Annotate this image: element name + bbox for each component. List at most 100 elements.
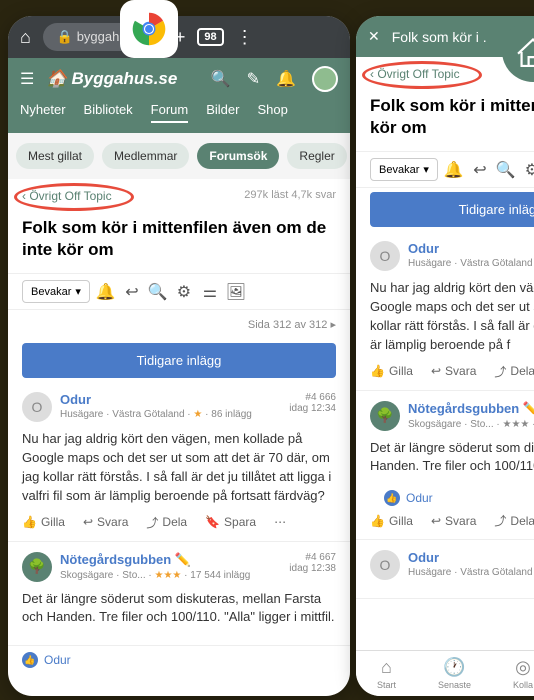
phone-right: ✕ Folk som kör i . ‹ Övrigt Off Topic Fo… [356, 16, 534, 696]
post-actions: 👍 Gilla ↩ Svara ⤴ Dela [370, 363, 534, 380]
share-button[interactable]: ⤴ Dela [494, 512, 534, 529]
clock-icon: 🕐 [438, 657, 471, 678]
nav-nyheter[interactable]: Nyheter [20, 102, 66, 123]
reaction-row[interactable]: 👍Odur [8, 646, 350, 674]
reply-button[interactable]: ↩ Svara [83, 515, 128, 529]
nav-senaste[interactable]: 🕐Senaste [438, 657, 471, 690]
post-username[interactable]: Nötegårdsgubben ✏️ [60, 552, 281, 568]
compose-icon[interactable]: ✎ [247, 69, 260, 89]
search-icon[interactable]: 🔍 [211, 69, 231, 89]
post-body: Det är längre söderut som diskuteras och… [370, 439, 534, 477]
breadcrumb: ‹ Övrigt Off Topic 297k läst 4,7k svar [8, 179, 350, 213]
post-body: Nu har jag aldrig kört den vägen, men ko… [22, 430, 336, 505]
share-button[interactable]: ⤴ Dela [494, 363, 534, 380]
thread-stats: 297k läst 4,7k svar [244, 189, 336, 203]
previous-posts-button[interactable]: Tidigare inlägg [22, 343, 336, 378]
post-username[interactable]: Nötegårdsgubben ✏️ [408, 401, 534, 417]
header-title: Folk som kör i . [392, 29, 487, 45]
post-meta: Husägare · Västra Götaland · ★ · 86 [408, 258, 534, 269]
nav-kolla[interactable]: ◎Kolla [513, 657, 533, 690]
nav-start[interactable]: ⌂Start [377, 657, 396, 690]
post: O Odur Husägare · Västra Götaland · ★ [356, 540, 534, 599]
share-button[interactable]: ⤴ Dela [146, 514, 187, 531]
pagination[interactable]: Sida 312 av 312 ▸ [8, 310, 350, 339]
reply-icon[interactable]: ↩ [470, 160, 490, 180]
gear-icon[interactable]: ⚙ [522, 160, 534, 180]
reply-icon[interactable]: ↩ [122, 282, 142, 302]
pill-medlemmar[interactable]: Medlemmar [102, 143, 189, 169]
post: O Odur Husägare · Västra Götaland · ★ · … [8, 382, 350, 541]
bell-icon[interactable]: 🔔 [444, 160, 464, 180]
post-avatar[interactable]: O [370, 550, 400, 580]
post-meta: Husägare · Västra Götaland · ★ [408, 567, 534, 578]
previous-posts-button[interactable]: Tidigare inlägg [370, 192, 534, 227]
post-actions: 👍 Gilla ↩ Svara ⤴ Dela 🔖 Spara ⋯ [22, 514, 336, 531]
reply-button[interactable]: ↩ Svara [431, 514, 476, 528]
pill-forumsok[interactable]: Forumsök [197, 143, 279, 169]
post-body: Nu har jag aldrig kört den vägen, men Go… [370, 279, 534, 354]
watch-button[interactable]: Bevakar ▾ [370, 158, 438, 181]
more-icon[interactable]: ⋯ [274, 515, 286, 529]
post-username[interactable]: Odur [60, 392, 281, 407]
hamburger-icon[interactable]: ☰ [20, 69, 34, 89]
thread-title: Folk som kör i mittenfilen även om de in… [8, 213, 350, 273]
home-icon: ⌂ [377, 657, 396, 678]
menu-icon[interactable]: ⋮ [236, 27, 254, 48]
nav-bilder[interactable]: Bilder [206, 102, 239, 123]
post-actions: 👍 Gilla ↩ Svara ⤴ Dela [370, 512, 534, 529]
post-avatar[interactable]: O [370, 241, 400, 271]
main-nav: Nyheter Bibliotek Forum Bilder Shop [20, 102, 338, 125]
tab-count[interactable]: 98 [197, 28, 223, 46]
post-avatar[interactable]: 🌳 [370, 401, 400, 431]
site-logo[interactable]: 🏠 Byggahus.se [46, 69, 198, 89]
breadcrumb-link[interactable]: ‹ Övrigt Off Topic [22, 189, 112, 203]
nav-shop[interactable]: Shop [257, 102, 287, 123]
search-icon[interactable]: 🔍 [148, 282, 168, 302]
search-icon[interactable]: 🔍 [496, 160, 516, 180]
bottom-nav: ⌂Start 🕐Senaste ◎Kolla ☆Bevakningar [356, 650, 534, 696]
like-button[interactable]: 👍 Gilla [22, 515, 65, 529]
thread-toolbar: Bevakar ▾ 🔔 ↩ 🔍 ⚙ ⚌ 🖼 [8, 273, 350, 310]
gear-icon[interactable]: ⚙ [174, 282, 194, 302]
post-username[interactable]: Odur [408, 550, 534, 565]
like-button[interactable]: 👍 Gilla [370, 364, 413, 378]
pill-regler[interactable]: Regler [287, 143, 346, 169]
post-meta: Husägare · Västra Götaland · ★ · 86 inlä… [60, 409, 281, 420]
like-icon: 👍 [22, 652, 38, 668]
post-avatar[interactable]: 🌳 [22, 552, 52, 582]
post: 🌳 Nötegårdsgubben ✏️ Skogsägare · Sto...… [8, 542, 350, 647]
post-meta: Skogsägare · Sto... · ★★★ · 17 54 [408, 419, 534, 430]
reaction-row[interactable]: 👍Odur [370, 484, 534, 512]
close-icon[interactable]: ✕ [368, 28, 380, 45]
reply-button[interactable]: ↩ Svara [431, 364, 476, 378]
browser-address-bar: ⌂ 🔒 byggahu + 98 ⋮ [8, 16, 350, 58]
thread-title: Folk som kör i mittenfilen ä inte kör om [356, 91, 534, 151]
post-number: #4 666idag 12:34 [289, 392, 336, 422]
home-icon[interactable]: ⌂ [20, 27, 31, 48]
like-icon: 👍 [384, 490, 400, 506]
post-avatar[interactable]: O [22, 392, 52, 422]
thread-toolbar: Bevakar ▾ 🔔 ↩ 🔍 ⚙ ⚌ [356, 151, 534, 188]
save-button[interactable]: 🔖 Spara [205, 515, 256, 529]
pill-mest-gillat[interactable]: Mest gillat [16, 143, 94, 169]
post-number: #4 667idag 12:38 [289, 552, 336, 582]
bell-icon[interactable]: 🔔 [96, 282, 116, 302]
breadcrumb-link[interactable]: ‹ Övrigt Off Topic [370, 67, 460, 81]
site-header: ☰ 🏠 Byggahus.se 🔍 ✎ 🔔 Nyheter Bibliotek … [8, 58, 350, 133]
image-icon[interactable]: 🖼 [226, 282, 246, 302]
sub-nav: Mest gillat Medlemmar Forumsök Regler [8, 133, 350, 179]
watch-button[interactable]: Bevakar ▾ [22, 280, 90, 303]
nav-bibliotek[interactable]: Bibliotek [84, 102, 133, 123]
bell-icon[interactable]: 🔔 [276, 69, 296, 89]
post: O Odur Husägare · Västra Götaland · ★ · … [356, 231, 534, 390]
phone-left: ⌂ 🔒 byggahu + 98 ⋮ ☰ 🏠 Byggahus.se 🔍 ✎ 🔔… [8, 16, 350, 696]
post-meta: Skogsägare · Sto... · ★★★ · 17 544 inläg… [60, 570, 281, 581]
filter-icon[interactable]: ⚌ [200, 282, 220, 302]
eye-icon: ◎ [513, 657, 533, 678]
like-button[interactable]: 👍 Gilla [370, 514, 413, 528]
chrome-app-icon [120, 0, 178, 58]
post-username[interactable]: Odur [408, 241, 534, 256]
post-body: Det är längre söderut som diskuteras, me… [22, 590, 336, 628]
avatar[interactable] [312, 66, 338, 92]
nav-forum[interactable]: Forum [151, 102, 189, 123]
